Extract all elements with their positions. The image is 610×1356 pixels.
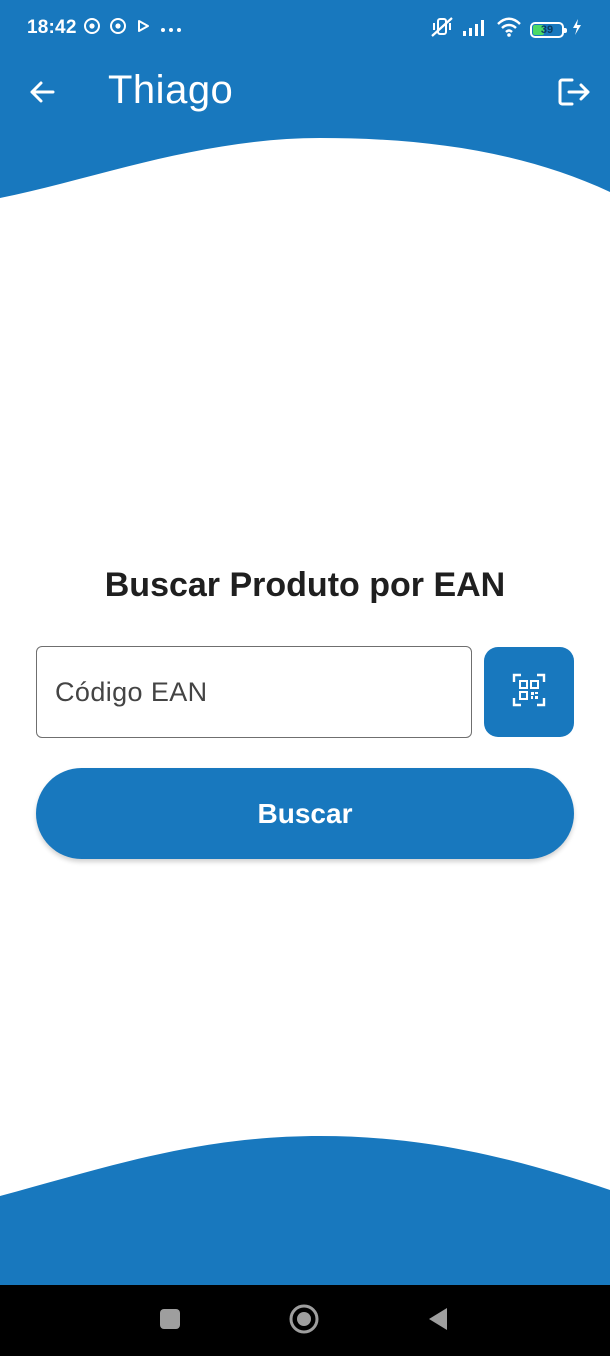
back-triangle-icon — [427, 1306, 449, 1337]
battery-level: 39 — [540, 23, 554, 36]
arrow-back-icon — [28, 78, 56, 111]
qr-scan-icon — [512, 673, 546, 712]
signal-icon — [462, 17, 488, 42]
battery-tip — [564, 27, 567, 33]
recents-button[interactable] — [150, 1301, 190, 1341]
status-time: 18:42 — [27, 17, 77, 38]
logout-button[interactable] — [552, 72, 596, 116]
chrome-icon — [110, 18, 126, 39]
back-button[interactable] — [20, 72, 64, 116]
ean-code-input[interactable] — [36, 646, 472, 738]
home-circle-icon — [288, 1303, 320, 1340]
logout-icon — [558, 77, 590, 112]
wifi-icon — [496, 17, 522, 42]
scan-barcode-button[interactable] — [484, 647, 574, 737]
home-button[interactable] — [284, 1301, 324, 1341]
page-title: Thiago — [108, 68, 234, 112]
app-bar: Thiago — [0, 58, 610, 130]
system-nav-bar — [0, 1285, 610, 1356]
footer-wave — [0, 1136, 610, 1286]
status-system-icons: 39 — [430, 16, 582, 43]
status-bar: 18:42 39 — [0, 0, 610, 58]
search-button[interactable]: Buscar — [36, 768, 574, 859]
play-icon — [136, 19, 150, 38]
search-heading: Buscar Produto por EAN — [104, 566, 506, 604]
battery-icon: 39 — [530, 21, 567, 38]
app-screen: 18:42 39 Thiago Buscar Produto por EAN C… — [0, 0, 610, 1356]
more-dots-icon — [160, 20, 182, 38]
recents-square-icon — [159, 1308, 181, 1335]
charging-icon — [572, 19, 582, 40]
system-back-button[interactable] — [418, 1301, 458, 1341]
mute-vibrate-icon — [430, 16, 454, 43]
chrome-icon — [84, 18, 100, 39]
status-notification-icons — [84, 18, 182, 39]
